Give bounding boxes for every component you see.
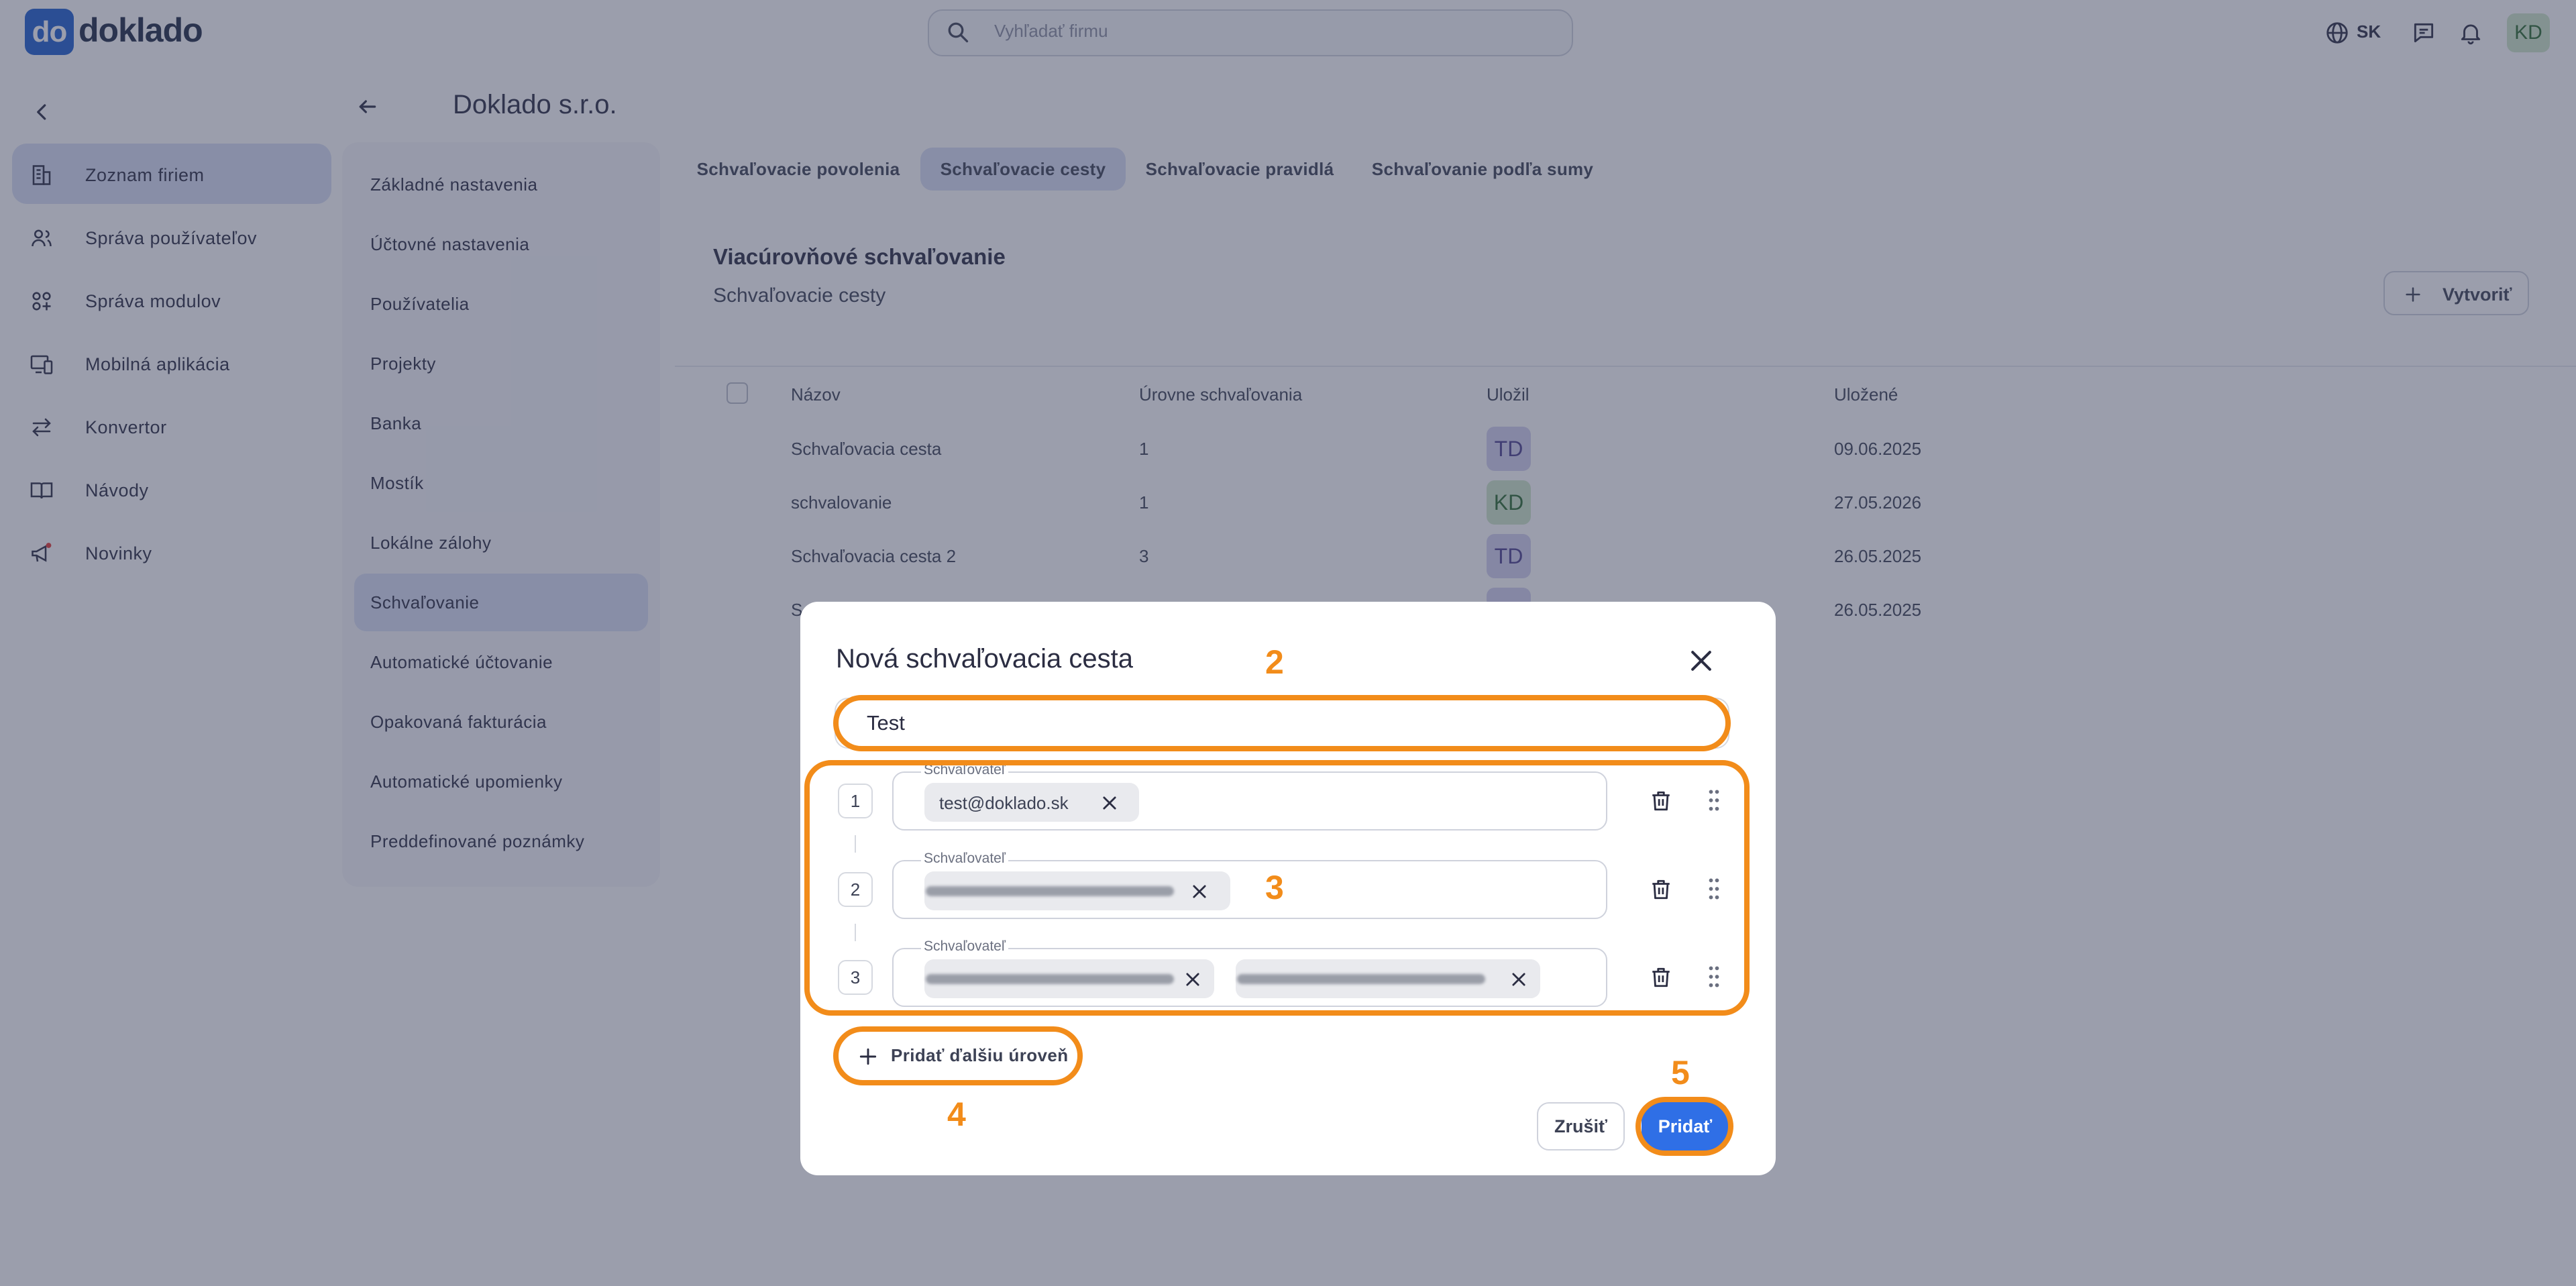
annotation-number: 5 [1671,1054,1690,1091]
cancel-button[interactable]: Zrušiť [1537,1102,1625,1150]
highlight-add-level [833,1026,1083,1085]
highlight-name-input [833,695,1731,751]
highlight-submit [1635,1097,1733,1156]
dialog-title: Nová schvaľovacia cesta [836,644,1133,674]
close-icon[interactable] [1686,646,1716,676]
annotation-number: 4 [947,1095,966,1133]
annotation-number: 3 [1265,869,1284,906]
annotation-number: 2 [1265,643,1284,681]
